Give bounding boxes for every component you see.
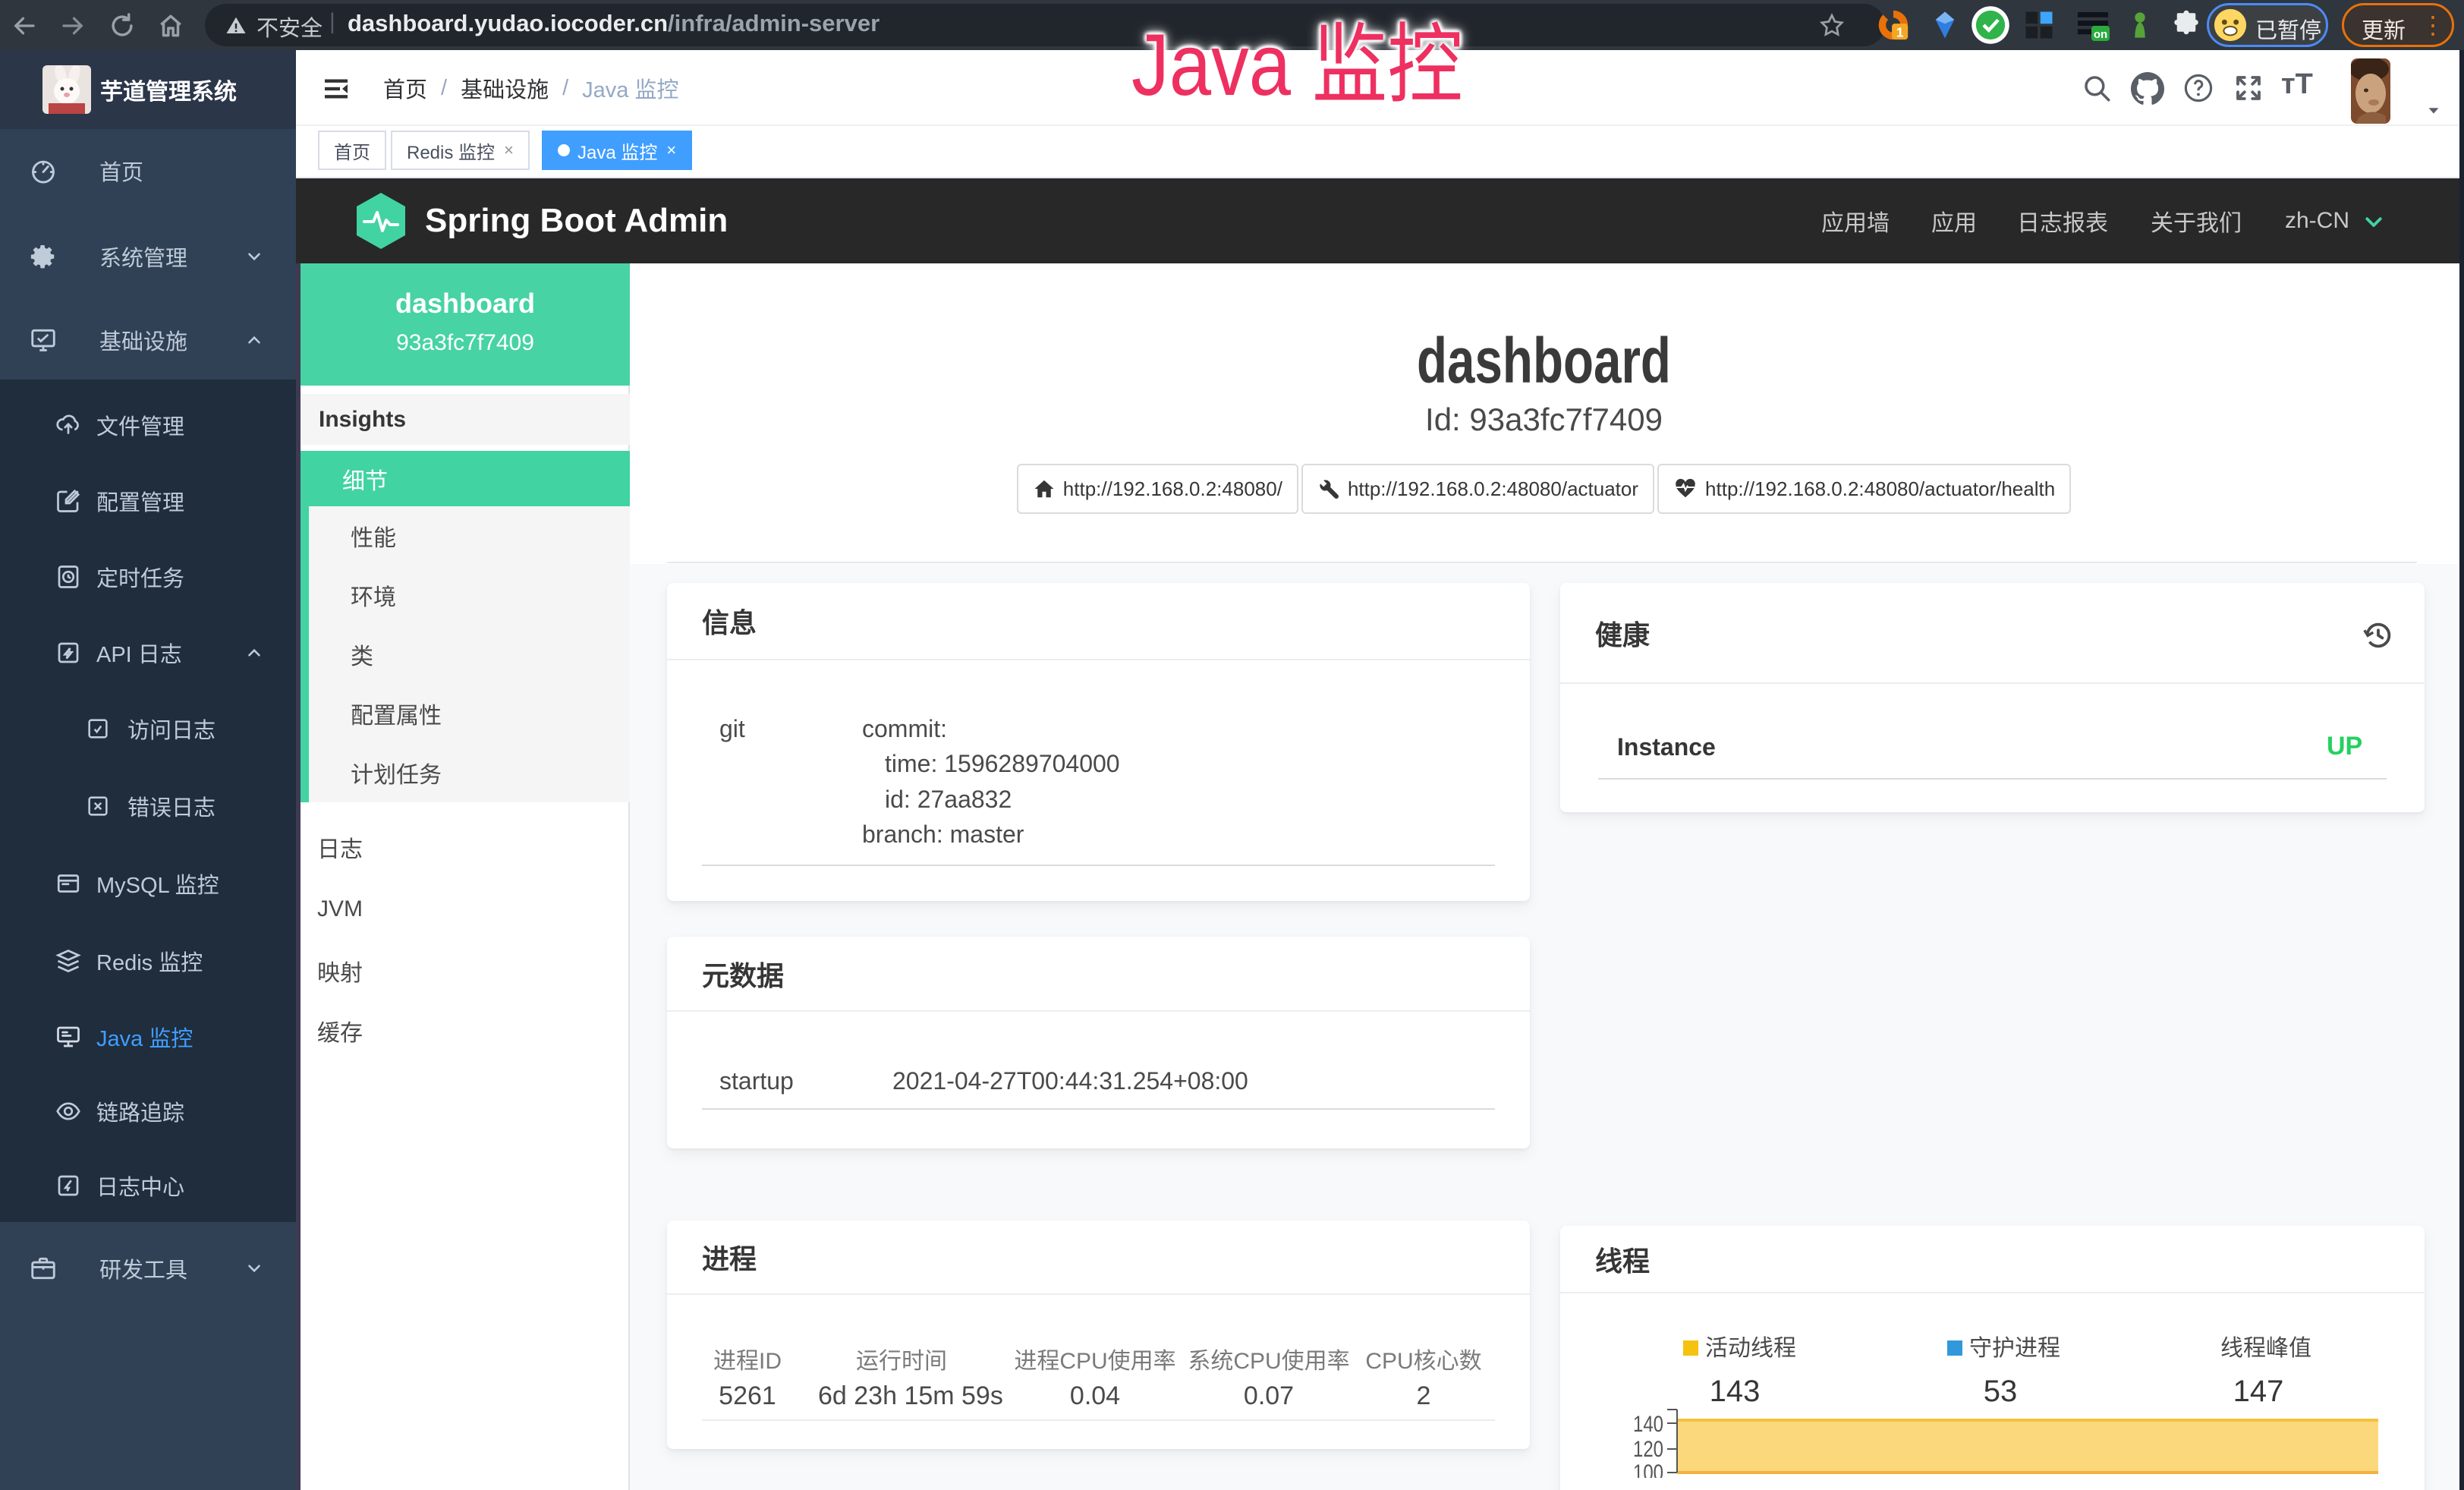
svg-text:1: 1 <box>1896 24 1904 39</box>
svg-text:120: 120 <box>1633 1437 1663 1462</box>
svg-text:140: 140 <box>1633 1412 1663 1437</box>
svg-text:100: 100 <box>1633 1460 1663 1478</box>
svg-text:on: on <box>2094 28 2107 41</box>
